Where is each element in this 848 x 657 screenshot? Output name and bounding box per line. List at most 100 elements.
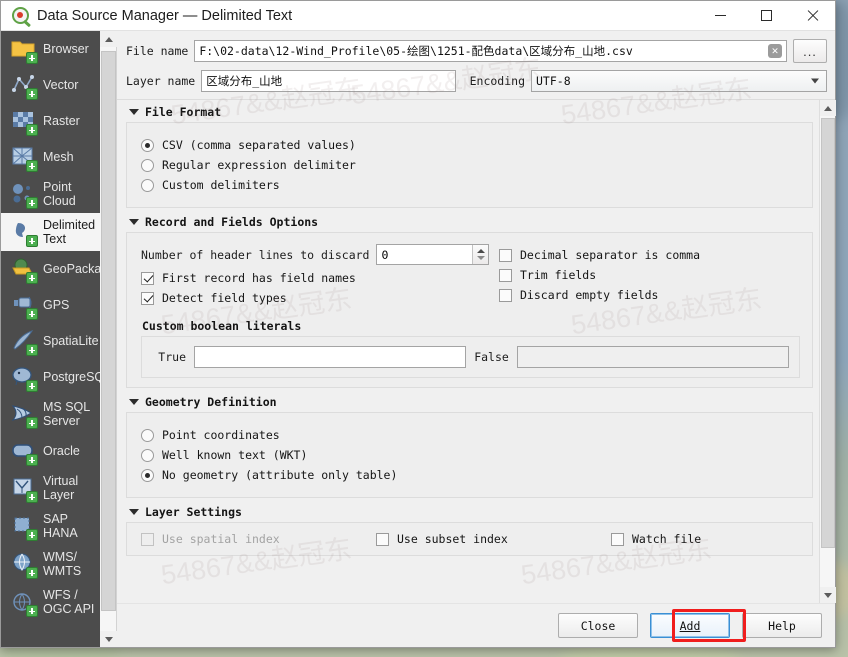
wfs-icon xyxy=(10,589,38,617)
sidebar-item-browser[interactable]: Browser xyxy=(1,31,100,67)
radio-indicator[interactable] xyxy=(141,468,154,482)
radio-label: Point coordinates xyxy=(162,428,280,442)
sidebar-item-geopackage[interactable]: GeoPackage xyxy=(1,251,100,287)
add-badge-icon xyxy=(26,160,38,172)
radio-option[interactable]: CSV (comma separated values) xyxy=(141,138,800,152)
checkbox-option[interactable]: Trim fields xyxy=(499,268,800,282)
sidebar-item-postgresql[interactable]: PostgreSQL xyxy=(1,359,100,395)
file-name-input[interactable]: F:\02-data\12-Wind_Profile\05-绘图\1251-配色… xyxy=(194,40,787,62)
add-badge-icon xyxy=(26,88,38,100)
header-lines-label: Number of header lines to discard xyxy=(141,247,370,262)
file-format-header[interactable]: File Format xyxy=(126,103,813,122)
sidebar-item-point-cloud[interactable]: Point Cloud xyxy=(1,175,100,213)
radio-indicator[interactable] xyxy=(141,428,154,442)
sidebar-scrollbar[interactable] xyxy=(100,31,117,647)
checkbox-option[interactable]: Detect field types xyxy=(141,291,489,305)
checkbox-option[interactable]: First record has field names xyxy=(141,271,489,285)
layer-settings-box: Use spatial index Use subset index Watch f… xyxy=(126,522,813,556)
geometry-definition-box: Point coordinates Well known text (WKT) No… xyxy=(126,412,813,498)
record-fields-header[interactable]: Record and Fields Options xyxy=(126,213,813,232)
layer-name-label: Layer name xyxy=(126,74,196,88)
true-literal-input[interactable] xyxy=(194,346,467,368)
radio-option[interactable]: Well known text (WKT) xyxy=(141,448,800,462)
sidebar-item-spatialite[interactable]: SpatiaLite xyxy=(1,323,100,359)
radio-option[interactable]: No geometry (attribute only table) xyxy=(141,468,800,482)
radio-option[interactable]: Custom delimiters xyxy=(141,178,800,192)
sidebar-list[interactable]: Browser Vector Raster Mesh Point Cloud Delimi… xyxy=(1,31,100,647)
stepper-buttons[interactable] xyxy=(472,245,488,264)
geometry-definition-header[interactable]: Geometry Definition xyxy=(126,393,813,412)
layer-name-input[interactable]: 区域分布_山地 xyxy=(201,70,456,92)
content-column: File name F:\02-data\12-Wind_Profile\05-… xyxy=(117,31,836,647)
sidebar-item-label: Raster xyxy=(43,114,80,128)
stepper-up-icon[interactable] xyxy=(476,249,485,253)
true-literal-label: True xyxy=(158,350,186,364)
sidebar-item-raster[interactable]: Raster xyxy=(1,103,100,139)
sidebar-item-wfs-ogc-api[interactable]: WFS / OGC API xyxy=(1,583,100,621)
add-badge-icon xyxy=(26,197,38,209)
file-name-row: File name F:\02-data\12-Wind_Profile\05-… xyxy=(126,39,827,63)
close-button-footer[interactable]: Close xyxy=(558,613,638,638)
sidebar-item-wms-wmts[interactable]: WMS/ WMTS xyxy=(1,545,100,583)
sidebar-scroll-up-button[interactable] xyxy=(100,31,117,47)
sidebar-item-ms-sql-server[interactable]: MS SQL Server xyxy=(1,395,100,433)
sidebar-item-label: Delimited Text xyxy=(43,218,96,246)
radio-indicator[interactable] xyxy=(141,138,154,152)
radio-option[interactable]: Regular expression delimiter xyxy=(141,158,800,172)
checkbox-label: Trim fields xyxy=(520,268,597,282)
sidebar-item-virtual-layer[interactable]: Virtual Layer xyxy=(1,469,100,507)
clear-icon[interactable]: ✕ xyxy=(768,44,782,58)
help-button[interactable]: Help xyxy=(742,613,822,638)
checkbox-option[interactable]: Decimal separator is comma xyxy=(499,248,800,262)
checkbox-option[interactable]: Discard empty fields xyxy=(499,288,800,302)
point-cloud-icon xyxy=(10,181,38,209)
sidebar-scroll-down-button[interactable] xyxy=(100,631,117,647)
layer-settings-group: Layer Settings Use spatial index Use subs… xyxy=(126,503,813,556)
checkbox-option[interactable]: Use subset index xyxy=(376,532,611,546)
options-scroll-thumb[interactable] xyxy=(821,118,835,548)
sidebar-item-delimited-text[interactable]: Delimited Text xyxy=(1,213,100,251)
close-button[interactable] xyxy=(789,1,835,30)
radio-option[interactable]: Point coordinates xyxy=(141,428,800,442)
layer-settings-header[interactable]: Layer Settings xyxy=(126,503,813,522)
encoding-select[interactable]: UTF-8 xyxy=(531,70,827,92)
stepper-down-icon[interactable] xyxy=(476,256,485,260)
sidebar-item-sap-hana[interactable]: SAP HANA xyxy=(1,507,100,545)
sidebar-item-oracle[interactable]: Oracle xyxy=(1,433,100,469)
radio-indicator[interactable] xyxy=(141,178,154,192)
sidebar-item-gps[interactable]: GPS xyxy=(1,287,100,323)
sidebar-item-label: Oracle xyxy=(43,444,80,458)
radio-indicator[interactable] xyxy=(141,448,154,462)
options-scroll-down-button[interactable] xyxy=(820,587,836,603)
checkbox-option[interactable]: Watch file xyxy=(611,532,701,546)
sidebar-item-vector[interactable]: Vector xyxy=(1,67,100,103)
header-lines-stepper[interactable]: 0 xyxy=(376,244,489,265)
browse-button[interactable]: ... xyxy=(793,39,827,63)
minimize-button[interactable] xyxy=(697,1,743,30)
options-scrollbar[interactable] xyxy=(819,100,836,603)
checkbox-indicator[interactable] xyxy=(376,532,389,546)
record-fields-left-checks: First record has field names Detect field… xyxy=(141,271,489,305)
record-fields-left: Number of header lines to discard 0 Firs… xyxy=(141,242,489,311)
radio-indicator[interactable] xyxy=(141,158,154,172)
spatialite-icon xyxy=(10,328,38,356)
source-type-sidebar: Browser Vector Raster Mesh Point Cloud Delimi… xyxy=(1,31,100,647)
checkbox-indicator[interactable] xyxy=(499,248,512,262)
add-button[interactable]: Add xyxy=(650,613,730,638)
false-literal-input[interactable] xyxy=(516,346,789,368)
checkbox-indicator[interactable] xyxy=(611,532,624,546)
add-badge-icon xyxy=(26,417,38,429)
header-lines-row: Number of header lines to discard 0 xyxy=(141,244,489,265)
checkbox-indicator[interactable] xyxy=(141,291,154,305)
options-scroll-up-button[interactable] xyxy=(820,100,836,116)
sidebar-scroll-thumb[interactable] xyxy=(101,51,116,611)
checkbox-indicator[interactable] xyxy=(499,288,512,302)
checkbox-indicator[interactable] xyxy=(499,268,512,282)
false-literal-label: False xyxy=(474,350,509,364)
checkbox-option: Use spatial index xyxy=(141,532,376,546)
add-badge-icon xyxy=(26,52,38,64)
maximize-button[interactable] xyxy=(743,1,789,30)
sidebar-item-mesh[interactable]: Mesh xyxy=(1,139,100,175)
checkbox-indicator[interactable] xyxy=(141,271,154,285)
chevron-down-icon xyxy=(811,78,819,84)
